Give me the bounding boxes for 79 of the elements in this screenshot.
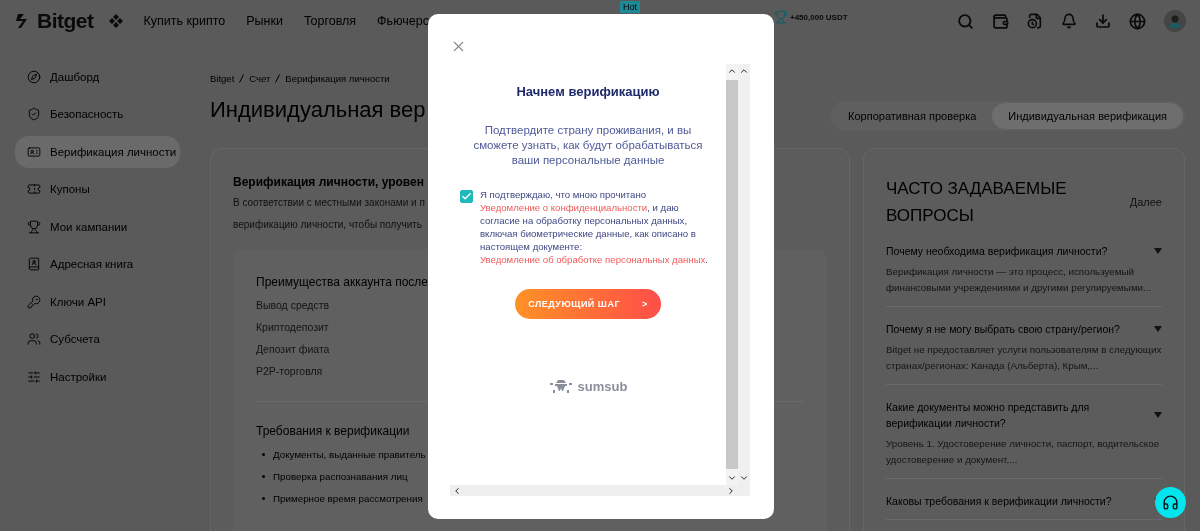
hot-badge: Hot	[620, 1, 640, 13]
download-icon[interactable]	[1095, 13, 1111, 29]
trophy-icon	[774, 10, 788, 24]
avatar[interactable]	[1164, 10, 1186, 32]
benefit-item: P2P-торговля	[256, 365, 323, 377]
caret-icon[interactable]	[1154, 412, 1162, 418]
shield-icon	[27, 107, 41, 122]
nav-link[interactable]: Фьючерс	[377, 14, 429, 28]
globe-icon[interactable]	[1129, 12, 1146, 30]
faq-answer: Верификация личности — это процесс, используемый финансовыми учреждениями и другими регулируемыми...	[886, 265, 1153, 295]
faq-question[interactable]: Какие документы можно представить для верификации личности?	[886, 399, 1144, 431]
benefit-item: Депозит фиата	[256, 343, 330, 355]
trophy-icon	[27, 219, 41, 234]
requirement-item: Примерное время рассмотрения	[273, 493, 423, 504]
caret-icon[interactable]	[1154, 248, 1162, 254]
more-link[interactable]: Далее	[1129, 196, 1162, 208]
modal-subtitle: Подтвердите страну проживания, и вы сможете узнать, как будут обрабатываться ваши персональные данные	[472, 123, 704, 168]
headset-icon	[1162, 494, 1179, 511]
sidebar-item[interactable]: Субсчета	[15, 323, 180, 355]
nav-link[interactable]: Купить крипто	[143, 14, 226, 28]
nav-link[interactable]: Торговля	[303, 14, 357, 28]
slash-icon	[239, 74, 245, 83]
notification-icon[interactable]	[1061, 13, 1077, 29]
faq-question[interactable]: Каковы требования к верификации личности?	[886, 493, 1112, 509]
brand-logo-icon	[548, 377, 573, 395]
sidebar-item[interactable]: Адресная книга	[15, 248, 180, 280]
tab[interactable]: Индивидуальная верификация	[992, 103, 1183, 129]
logo[interactable]: Bitget	[14, 9, 94, 33]
compass-icon	[27, 69, 41, 84]
sidebar-item[interactable]: Дашборд	[15, 61, 180, 93]
faq-answer: Bitget не предоставляет услуги пользователям в следующих странах/регионах: Канада (Альберта), Крым,...	[886, 343, 1162, 373]
benefit-item: Вывод средств	[256, 299, 330, 311]
card-title: Верификация личности, уровен	[233, 175, 424, 189]
scroll-right-icon[interactable]	[726, 485, 736, 496]
description-line: верификацию личности, чтобы получить	[233, 218, 423, 232]
ticket-icon	[27, 182, 41, 197]
bullet-icon	[262, 475, 265, 478]
breadcrumb-link[interactable]: Счет	[249, 73, 271, 84]
id-card-icon	[27, 144, 41, 159]
breadcrumb-link[interactable]: Верификация личности	[285, 73, 390, 84]
sidebar-item[interactable]: Ключи API	[15, 286, 180, 318]
brand-name: sumsub	[577, 378, 628, 394]
section-title: Преимущества аккаунта после	[256, 275, 429, 289]
sidebar-item[interactable]: Купоны	[15, 173, 180, 205]
faq-title: ЧАСТО ЗАДАВАЕМЫЕ ВОПРОСЫ	[886, 178, 1068, 227]
diamond-icon[interactable]	[107, 13, 124, 29]
requirement-item: Документы, выданные правитель	[273, 449, 426, 460]
users-icon	[27, 332, 41, 347]
checkbox[interactable]	[460, 190, 473, 203]
tab[interactable]: Корпоративная проверка	[832, 103, 993, 129]
sliders-icon	[27, 369, 41, 384]
document-clock-icon[interactable]	[1027, 13, 1043, 29]
consent-text: Я подтверждаю, что мною прочитано Уведомление о конфиденциальности, и даю согласие на обработку персональных данных, включая биометрические данные, как описано в настоящем документе: Уведомление об обработке персональных данных.	[480, 188, 709, 266]
sidebar-item[interactable]: Верификация личности	[15, 136, 180, 168]
slash-icon	[275, 74, 281, 83]
contact-book-icon	[27, 257, 41, 272]
faq-answer: Уровень 1. Удостоверение личности, паспорт, водительское удостоверение и документ,...	[886, 437, 1161, 467]
breadcrumb-link[interactable]: Bitget	[210, 73, 235, 84]
key-icon	[27, 294, 41, 309]
search-icon[interactable]	[957, 12, 974, 30]
requirement-item: Проверка распознавания лиц	[273, 471, 408, 482]
sidebar-item[interactable]: Безопасность	[15, 98, 180, 130]
page-title: Индивидуальная вер	[210, 97, 426, 123]
next-step-button[interactable]: СЛЕДУЮЩИЙ ШАГ >	[515, 289, 661, 319]
modal-title: Начнем верификацию	[516, 84, 660, 99]
nav-link[interactable]: Рынки	[246, 14, 283, 28]
bullet-icon	[262, 453, 265, 456]
description-line: В соответствии с местными законами и п	[233, 196, 425, 210]
caret-icon[interactable]	[1154, 326, 1162, 332]
benefit-item: Криптодепозит	[256, 321, 329, 333]
faq-question[interactable]: Почему необходима верификация личности?	[886, 243, 1108, 259]
faq-question[interactable]: Почему я не могу выбрать свою страну/регион?	[886, 321, 1120, 337]
bullet-icon	[262, 497, 265, 500]
scroll-left-icon[interactable]	[452, 485, 462, 496]
sidebar-item[interactable]: Мои кампании	[15, 211, 180, 243]
sidebar-item[interactable]: Настройки	[15, 361, 180, 393]
wallet-icon[interactable]	[992, 12, 1009, 30]
section-title: Требования к верификации	[256, 424, 410, 438]
reward-text[interactable]: +450,000 USDT	[790, 12, 848, 22]
